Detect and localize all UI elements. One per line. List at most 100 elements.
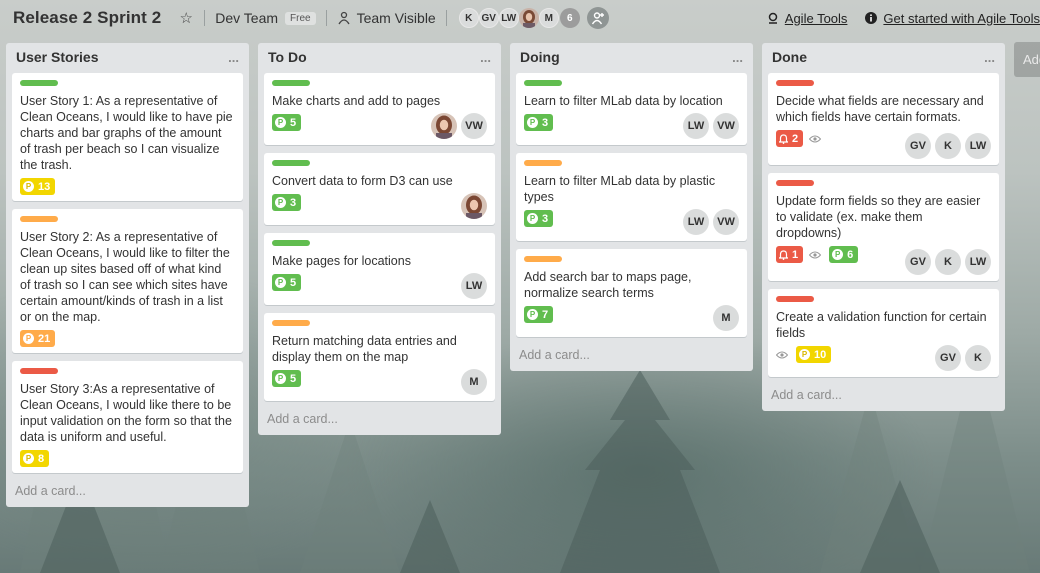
list-title[interactable]: Done — [772, 49, 807, 65]
member-avatar-lw[interactable]: LW — [461, 273, 487, 299]
story-points-badge: P5 — [272, 114, 302, 131]
member-avatar-k[interactable]: K — [965, 345, 991, 371]
member-avatar-lw[interactable]: LW — [965, 249, 991, 275]
add-card-button[interactable]: Add a card... — [762, 385, 1005, 411]
visibility-button[interactable]: Team Visible — [357, 10, 436, 26]
card[interactable]: Update form fields so they are easier to… — [768, 173, 999, 281]
card[interactable]: Make pages for locations P 5 LW — [264, 233, 495, 305]
add-card-button[interactable]: Add a card... — [510, 345, 753, 371]
list-doing: Doing... Learn to filter MLab data by loc… — [510, 43, 753, 371]
add-list-button[interactable]: Add — [1014, 42, 1040, 77]
member-avatar-vw[interactable]: VW — [461, 113, 487, 139]
story-points-badge: P8 — [20, 450, 50, 467]
card-members: VW — [272, 113, 487, 139]
card-label-orange[interactable] — [524, 160, 562, 166]
list-title[interactable]: Doing — [520, 49, 560, 65]
card-label-red[interactable] — [20, 368, 58, 374]
card-badges: P8 — [20, 450, 235, 467]
card-label-green[interactable] — [20, 80, 58, 86]
member-avatar-gv[interactable]: GV — [905, 249, 931, 275]
list-menu-icon[interactable]: ... — [228, 50, 239, 65]
story-points: 5 — [290, 276, 297, 289]
agile-tools-link[interactable]: Agile Tools — [767, 10, 848, 26]
member-avatar-lw[interactable]: LW — [498, 8, 519, 28]
board-title[interactable]: Release 2 Sprint 2 — [13, 8, 161, 28]
card-label-red[interactable] — [776, 80, 814, 86]
list-title[interactable]: To Do — [268, 49, 307, 65]
member-photo-avatar[interactable] — [431, 113, 457, 139]
story-points: 5 — [290, 116, 297, 129]
add-card-button[interactable]: Add a card... — [6, 481, 249, 507]
member-avatar-vw[interactable]: VW — [713, 209, 739, 235]
member-photo-avatar[interactable] — [461, 193, 487, 219]
card-members: M — [272, 369, 487, 395]
card[interactable]: Learn to filter MLab data by plastic typ… — [516, 153, 747, 241]
member-avatar-m[interactable]: M — [713, 305, 739, 331]
list-menu-icon[interactable]: ... — [480, 50, 491, 65]
add-member-icon[interactable] — [586, 7, 609, 29]
card-title: Return matching data entries and display… — [272, 334, 457, 364]
member-photo-avatar[interactable] — [518, 8, 539, 28]
card[interactable]: User Story 3:As a representative of Clea… — [12, 361, 243, 473]
list-title[interactable]: User Stories — [16, 49, 98, 65]
story-points-badge: P 13 — [20, 178, 56, 195]
agile-tools-icon — [767, 12, 779, 24]
story-points-badge: P 10 — [796, 346, 832, 363]
alert-count: 2 — [792, 132, 799, 145]
member-avatar-k[interactable]: K — [935, 133, 961, 159]
member-avatar-vw[interactable]: VW — [713, 113, 739, 139]
card-list: User Story 1: As a representative of Cle… — [6, 71, 249, 473]
card[interactable]: Add search bar to maps page, normalize s… — [516, 249, 747, 337]
card[interactable]: Decide what fields are necessary and whi… — [768, 73, 999, 165]
star-icon[interactable]: ☆ — [178, 9, 194, 27]
card-label-orange[interactable] — [272, 320, 310, 326]
card[interactable]: Return matching data entries and display… — [264, 313, 495, 401]
member-avatar-gv[interactable]: GV — [935, 345, 961, 371]
list-header: Doing... — [510, 43, 753, 71]
list-menu-icon[interactable]: ... — [984, 50, 995, 65]
card-label-red[interactable] — [776, 180, 814, 186]
story-points: 5 — [290, 372, 297, 385]
member-avatar-gv[interactable]: GV — [905, 133, 931, 159]
due-alert-badge: 1 — [776, 246, 804, 263]
card-label-red[interactable] — [776, 296, 814, 302]
card-label-orange[interactable] — [20, 216, 58, 222]
member-avatar-lw[interactable]: LW — [683, 113, 709, 139]
agile-tools-label: Agile Tools — [784, 10, 848, 26]
member-avatar-m[interactable]: M — [461, 369, 487, 395]
list-menu-icon[interactable]: ... — [732, 50, 743, 65]
card-title: User Story 1: As a representative of Cle… — [20, 94, 233, 172]
member-avatar-lw[interactable]: LW — [965, 133, 991, 159]
header-divider — [204, 10, 206, 26]
story-points-badge: P5 — [272, 370, 302, 387]
free-badge: Free — [285, 11, 316, 25]
member-avatar-k[interactable]: K — [458, 8, 479, 28]
card-label-green[interactable] — [524, 80, 562, 86]
card-label-orange[interactable] — [524, 256, 562, 262]
team-icon — [337, 11, 351, 25]
card[interactable]: Create a validation function for certain… — [768, 289, 999, 377]
story-points: 7 — [542, 308, 549, 321]
team-name[interactable]: Dev Team — [215, 10, 278, 26]
card[interactable]: User Story 2: As a representative of Cle… — [12, 209, 243, 353]
card[interactable]: Convert data to form D3 can use P 3 — [264, 153, 495, 225]
list-to-do: To Do... Make charts and add to pages P 5 VW… — [258, 43, 501, 435]
list-header: Done... — [762, 43, 1005, 71]
card[interactable]: Learn to filter MLab data by location P 3 L… — [516, 73, 747, 145]
card[interactable]: User Story 1: As a representative of Cle… — [12, 73, 243, 201]
card-label-green[interactable] — [272, 80, 310, 86]
add-card-button[interactable]: Add a card... — [258, 409, 501, 435]
story-points: 8 — [38, 452, 45, 465]
card-members: LW VW — [524, 209, 739, 235]
points-icon: P — [832, 249, 844, 260]
card[interactable]: Make charts and add to pages P 5 VW — [264, 73, 495, 145]
member-avatar-gv[interactable]: GV — [478, 8, 499, 28]
get-started-link[interactable]: Get started with Agile Tools — [865, 11, 1040, 26]
member-avatar-k[interactable]: K — [935, 249, 961, 275]
member-count[interactable]: 6 — [559, 8, 580, 28]
card-label-green[interactable] — [272, 240, 310, 246]
member-avatar-lw[interactable]: LW — [683, 209, 709, 235]
card-label-green[interactable] — [272, 160, 310, 166]
list-user-stories: User Stories... User Story 1: As a repres… — [6, 43, 249, 507]
member-avatar-m[interactable]: M — [538, 8, 559, 28]
